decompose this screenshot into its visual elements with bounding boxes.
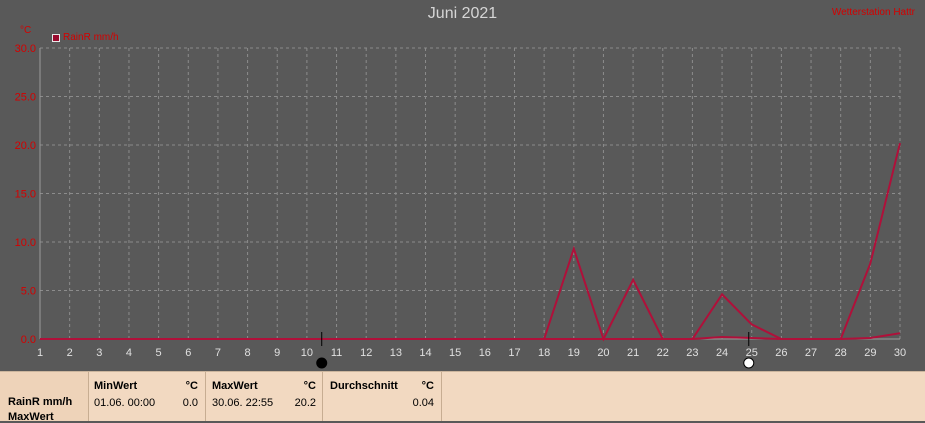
min-unit: °C [185,380,198,392]
x-tick-label: 25 [746,347,758,359]
chart-plot: 0.05.010.015.020.025.030.01 2 3 4 5 6 7 8 9 10 11 1… [15,43,906,369]
x-tick-label: 13 [390,347,402,359]
x-tick-label: 27 [805,347,817,359]
y-tick-label: 15.0 [15,189,36,201]
x-tick-label: 21 [627,347,639,359]
x-tick-label: 23 [686,347,698,359]
x-tick-label: 9 [274,347,280,359]
avg-unit: °C [421,380,434,392]
y-tick-label: 5.0 [21,286,36,298]
x-tick-label: 14 [419,347,431,359]
legend: RainR mm/h [52,32,119,43]
x-tick-label: 7 [215,347,221,359]
x-tick-label: 16 [479,347,491,359]
stats-series-label: RainR mm/h [8,396,73,408]
max-value: 20.2 [294,397,316,409]
stats-min-cell: MinWert °C 01.06. 00:00 0.0 [89,372,205,421]
unit-label: °C [20,25,32,36]
legend-label: RainR mm/h [63,32,119,43]
x-tick-label: 3 [96,347,102,359]
x-tick-label: 24 [716,347,728,359]
stats-max-cell: MaxWert °C 30.06. 22:55 20.2 [206,372,322,421]
y-tick-label: 30.0 [15,43,36,55]
x-tick-label: 29 [864,347,876,359]
stats-row2-label: MaxWert [8,411,54,423]
max-unit: °C [303,380,316,392]
x-tick-label: 6 [185,347,191,359]
min-value: 0.0 [182,397,198,409]
moon-full-white-icon [743,357,755,369]
x-tick-label: 28 [835,347,847,359]
stats-panel: RainR mm/h MaxWert MinWert °C 01.06. 00:… [0,371,925,423]
avg-value: 0.04 [412,397,434,409]
min-date: 01.06. 00:00 [94,397,156,409]
separator [441,372,442,421]
moon-full-black-icon [316,357,328,369]
stats-series-cell: RainR mm/h MaxWert [0,372,88,423]
x-tick-label: 19 [568,347,580,359]
chart-area: 0.0 5.0 10.0 15.0 20.0 25.0 30.0 1 2 3 4 5 6 7 8 9 10 11 1… [0,0,925,371]
x-tick-label: 26 [775,347,787,359]
x-tick-label: 30 [894,347,906,359]
legend-swatch [52,33,60,42]
series-line [40,142,901,342]
x-tick-label: 5 [156,347,162,359]
x-tick-label: 22 [657,347,669,359]
x-tick-label: 4 [126,347,132,359]
x-tick-label: 11 [331,347,342,359]
station-credit: Wetterstation Hattr [831,7,915,18]
x-tick-label: 2 [67,347,73,359]
x-tick-label: 20 [597,347,609,359]
stats-avg-cell: Durchschnitt °C 0.04 [323,372,441,421]
x-tick-label: 10 [301,347,313,359]
max-header: MaxWert [212,380,258,392]
x-tick-label: 12 [360,347,372,359]
chart-title: Juni 2021 [427,5,498,22]
x-tick-label: 15 [449,347,461,359]
min-header: MinWert [94,380,138,392]
y-tick-label: 10.0 [15,237,36,249]
avg-header: Durchschnitt [330,380,398,392]
x-tick-label: 8 [245,347,251,359]
x-tick-label: 17 [508,347,520,359]
x-tick-label: 1 [37,347,43,359]
x-tick-label: 18 [538,347,550,359]
y-tick-label: 0.0 [21,334,36,346]
y-tick-label: 20.0 [15,140,36,152]
y-tick-label: 25.0 [15,92,36,104]
max-date: 30.06. 22:55 [212,397,274,409]
